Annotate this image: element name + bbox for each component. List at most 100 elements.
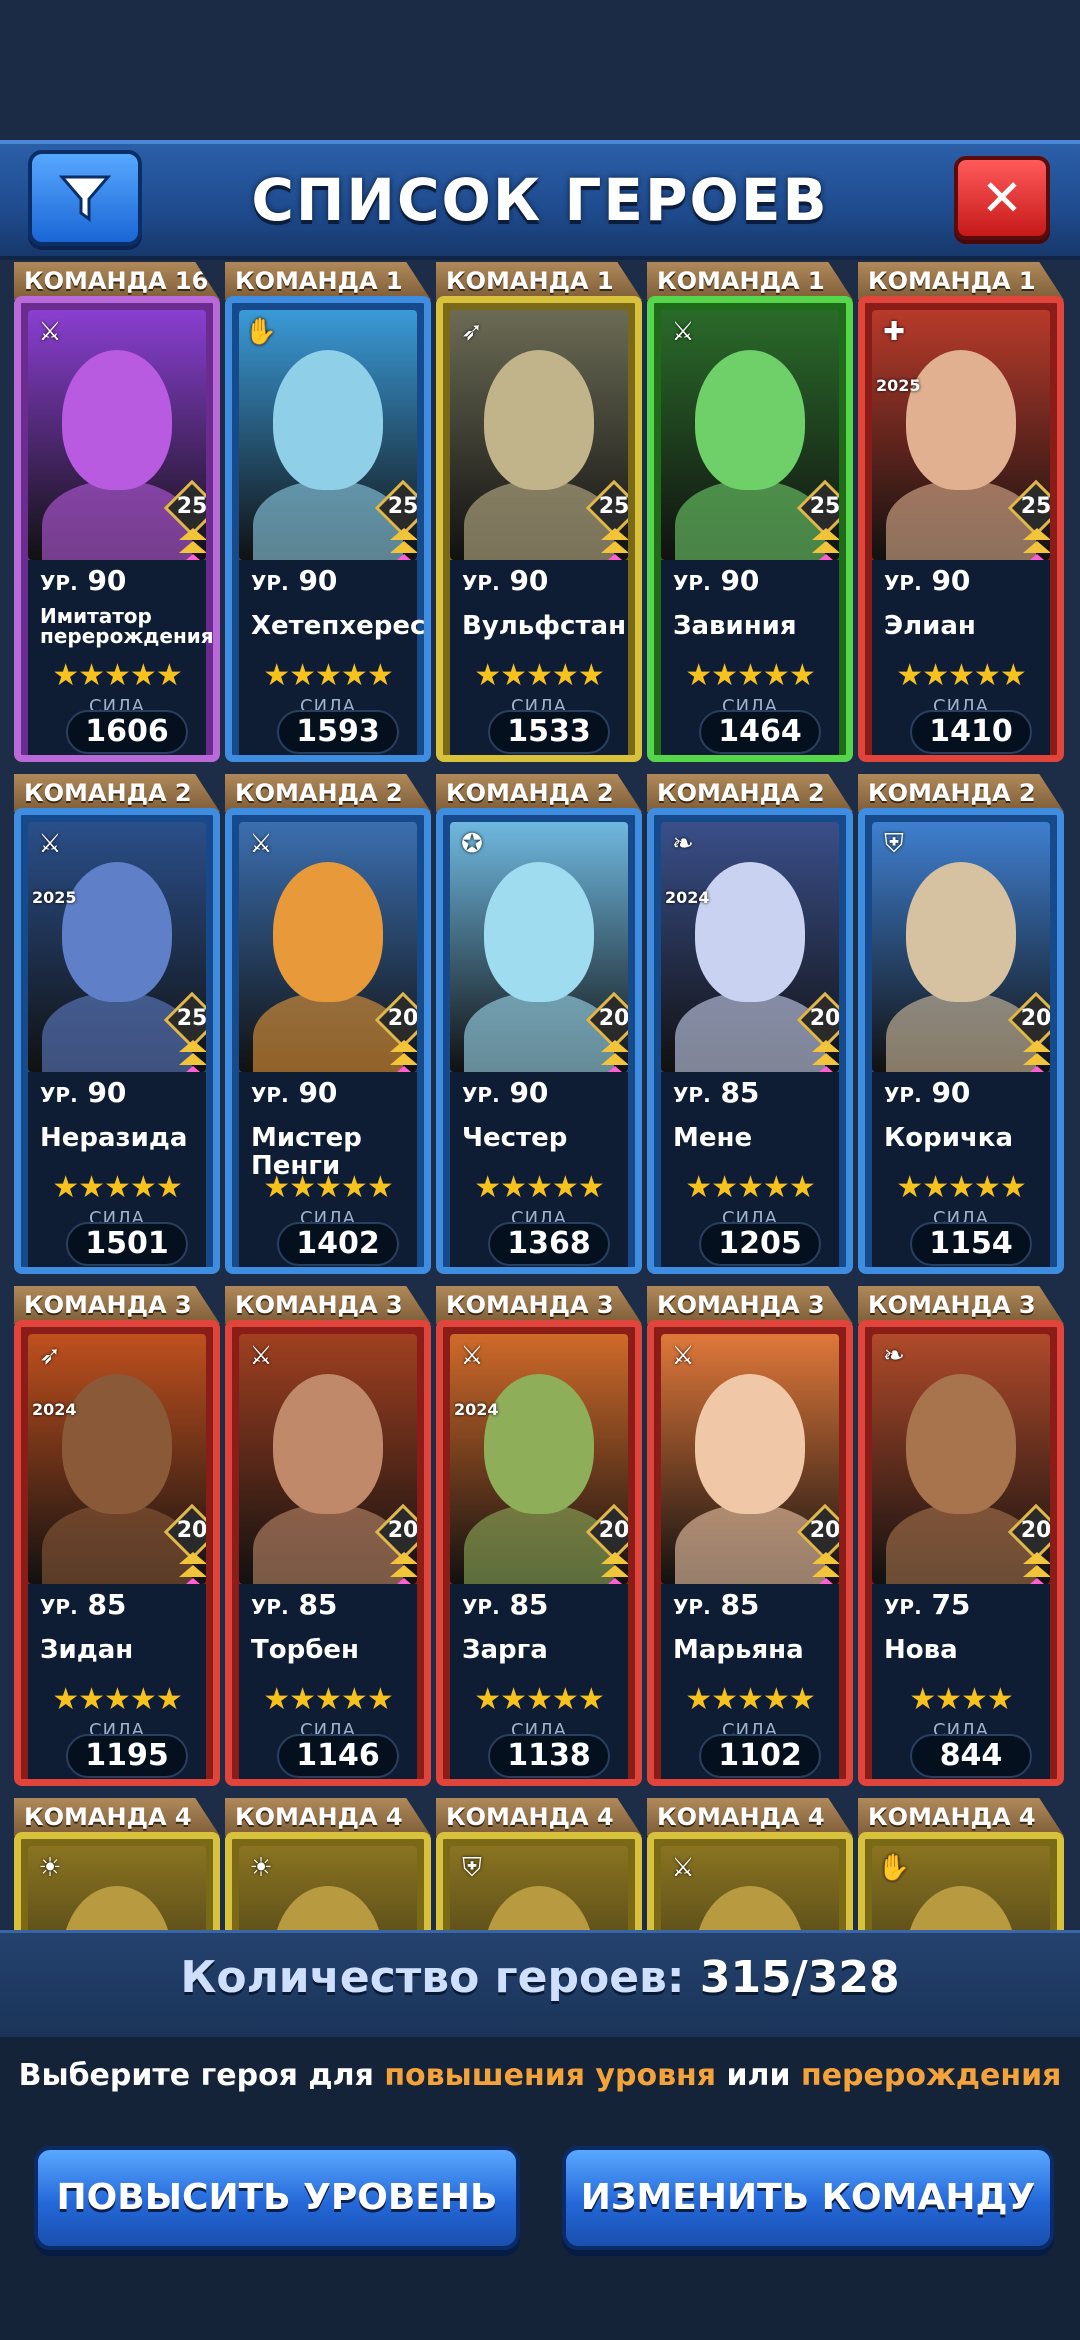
level-value: 75 bbox=[931, 1588, 971, 1621]
team-tab: КОМАНДА 3 bbox=[225, 1286, 431, 1324]
level-value: 85 bbox=[509, 1588, 549, 1621]
filter-funnel-icon bbox=[58, 175, 112, 222]
rank-chevrons-icon bbox=[811, 1552, 839, 1584]
hero-card[interactable]: КОМАНДА 1 ➶ 25 УР. 90 Вульфстан ★★★★★ СИЛА 1533 bbox=[436, 260, 642, 762]
level-value: 85 bbox=[87, 1588, 127, 1621]
hero-name: Хетепхерес bbox=[251, 611, 426, 641]
hero-card[interactable]: КОМАНДА 1 ⚔ 25 УР. 90 Завиния ★★★★★ СИЛА 1464 bbox=[647, 260, 853, 762]
close-button[interactable]: ✕ bbox=[954, 156, 1050, 240]
hero-face bbox=[62, 350, 172, 490]
hero-portrait: ⚔ 25 bbox=[28, 310, 206, 560]
hero-card[interactable]: КОМАНДА 3 ❧ 20 УР. 75 Нова ★★★★ СИЛА 844 bbox=[858, 1254, 1064, 1786]
rank-chevrons-icon bbox=[1022, 1040, 1050, 1072]
level-prefix: УР. bbox=[673, 1083, 711, 1107]
team-tab: КОМАНДА 3 bbox=[436, 1286, 642, 1324]
hero-card[interactable]: КОМАНДА 2 ⛨ 20 УР. 90 Коричка ★★★★★ СИЛА 1154 bbox=[858, 742, 1064, 1274]
hero-card[interactable]: КОМАНДА 4 ✋ bbox=[858, 1766, 1064, 1930]
level-value: 90 bbox=[509, 564, 549, 597]
hero-card[interactable]: КОМАНДА 4 ☀ bbox=[225, 1766, 431, 1930]
hero-card[interactable]: КОМАНДА 2 ✪ 20 УР. 90 Честер ★★★★★ СИЛА 1368 bbox=[436, 742, 642, 1274]
hero-frame: ✪ 20 УР. 90 Честер ★★★★★ СИЛА 1368 bbox=[436, 808, 642, 1274]
hero-frame: ➶ 25 УР. 90 Вульфстан ★★★★★ СИЛА 1533 bbox=[436, 296, 642, 762]
class-icon: ❧ bbox=[883, 1341, 905, 1371]
class-icon: ☀ bbox=[249, 1853, 273, 1883]
star-rating: ★★★★★ bbox=[685, 1170, 815, 1205]
star-rating: ★★★★ bbox=[909, 1682, 1014, 1717]
hero-name: Коричка bbox=[884, 1123, 1013, 1153]
hero-portrait: ❧ 20 bbox=[872, 1334, 1050, 1584]
hero-name: Элиан bbox=[884, 611, 976, 641]
hero-portrait: ⛨ 20 bbox=[872, 822, 1050, 1072]
hero-card[interactable]: КОМАНДА 1 ✚ 2025 25 УР. 90 Элиан ★★★★★ СИЛА 1410 bbox=[858, 260, 1064, 762]
year-badge: 2024 bbox=[665, 888, 710, 907]
hero-frame: ➶ 2024 20 УР. 85 Зидан ★★★★★ СИЛА 1195 bbox=[14, 1320, 220, 1786]
hero-level: УР. 90 bbox=[884, 1076, 970, 1109]
level-up-button[interactable]: ПОВЫСИТЬ УРОВЕНЬ bbox=[34, 2146, 520, 2250]
level-value: 90 bbox=[87, 564, 127, 597]
team-tab: КОМАНДА 4 bbox=[858, 1798, 1064, 1836]
hero-level-badge: 25 bbox=[176, 1006, 206, 1031]
hero-level-badge: 20 bbox=[387, 1518, 417, 1543]
rank-chevrons-icon bbox=[389, 1040, 417, 1072]
class-icon: ⚔ bbox=[671, 1853, 695, 1883]
filter-button[interactable] bbox=[28, 150, 142, 246]
hero-card[interactable]: КОМАНДА 2 ⚔ 20 УР. 90 Мистер Пенги ★★★★★ СИЛА 1… bbox=[225, 742, 431, 1274]
hero-face bbox=[484, 1374, 594, 1514]
hero-portrait: ⚔ 20 bbox=[661, 1334, 839, 1584]
hero-card[interactable]: КОМАНДА 4 ☀ bbox=[14, 1766, 220, 1930]
hero-frame: ✚ 2025 25 УР. 90 Элиан ★★★★★ СИЛА 1410 bbox=[858, 296, 1064, 762]
hero-face bbox=[484, 1886, 594, 1930]
level-value: 85 bbox=[720, 1076, 760, 1109]
hero-portrait: ✋ bbox=[872, 1846, 1050, 1930]
hero-portrait: ☀ bbox=[28, 1846, 206, 1930]
year-badge: 2025 bbox=[876, 376, 921, 395]
class-icon: ✪ bbox=[461, 829, 483, 859]
hero-level: УР. 85 bbox=[40, 1588, 126, 1621]
rank-chevrons-icon bbox=[600, 528, 628, 560]
hero-name: Зидан bbox=[40, 1635, 134, 1665]
hero-info: УР. 85 Мене ★★★★★ СИЛА 1205 bbox=[661, 1072, 839, 1267]
hero-info: УР. 90 Честер ★★★★★ СИЛА 1368 bbox=[450, 1072, 628, 1267]
team-tab: КОМАНДА 2 bbox=[436, 774, 642, 812]
hero-info: УР. 90 Хетепхерес ★★★★★ СИЛА 1593 bbox=[239, 560, 426, 755]
hero-level-badge: 20 bbox=[598, 1518, 628, 1543]
hero-face bbox=[62, 1374, 172, 1514]
hero-card[interactable]: КОМАНДА 1 ✋ 25 УР. 90 Хетепхерес ★★★★★ СИЛА 159… bbox=[225, 260, 431, 762]
hero-info: УР. 85 Зидан ★★★★★ СИЛА 1195 bbox=[28, 1584, 206, 1779]
star-rating: ★★★★★ bbox=[474, 658, 604, 693]
hero-name: Вульфстан bbox=[462, 611, 627, 641]
class-icon: ➶ bbox=[39, 1341, 61, 1371]
class-icon: ✋ bbox=[244, 317, 278, 347]
hero-level-badge: 25 bbox=[176, 494, 206, 519]
class-icon: ❧ bbox=[672, 829, 694, 859]
team-tab: КОМАНДА 4 bbox=[436, 1798, 642, 1836]
hero-face bbox=[273, 1374, 383, 1514]
hero-card[interactable]: КОМАНДА 4 ⚔ bbox=[647, 1766, 853, 1930]
hero-level-badge: 20 bbox=[1020, 1518, 1050, 1543]
hero-card[interactable]: КОМАНДА 3 ⚔ 20 УР. 85 Марьяна ★★★★★ СИЛА 1102 bbox=[647, 1254, 853, 1786]
class-icon: ⚔ bbox=[249, 1341, 273, 1371]
level-prefix: УР. bbox=[884, 1083, 922, 1107]
change-team-button[interactable]: ИЗМЕНИТЬ КОМАНДУ bbox=[562, 2146, 1054, 2250]
hero-face bbox=[906, 862, 1016, 1002]
hero-count-label: Количество героев: bbox=[180, 1952, 685, 2003]
hero-portrait: ⚔ 20 bbox=[239, 822, 417, 1072]
hero-level: УР. 85 bbox=[673, 1588, 759, 1621]
hero-level: УР. 90 bbox=[251, 564, 337, 597]
hero-frame: ⚔ 20 УР. 85 Торбен ★★★★★ СИЛА 1146 bbox=[225, 1320, 431, 1786]
hero-card[interactable]: КОМАНДА 3 ➶ 2024 20 УР. 85 Зидан ★★★★★ СИЛА 1195 bbox=[14, 1254, 220, 1786]
level-prefix: УР. bbox=[251, 571, 289, 595]
team-tab: КОМАНДА 1 bbox=[858, 262, 1064, 300]
hero-card[interactable]: КОМАНДА 16 ⚔ 25 УР. 90 Имитатор перерождения… bbox=[14, 260, 220, 762]
hero-face bbox=[695, 350, 805, 490]
hero-card[interactable]: КОМАНДА 2 ❧ 2024 20 УР. 85 Мене ★★★★★ СИЛА 1205 bbox=[647, 742, 853, 1274]
hero-portrait: ✪ 20 bbox=[450, 822, 628, 1072]
hero-frame: ✋ 25 УР. 90 Хетепхерес ★★★★★ СИЛА 1593 bbox=[225, 296, 431, 762]
hero-card[interactable]: КОМАНДА 3 ⚔ 20 УР. 85 Торбен ★★★★★ СИЛА 1146 bbox=[225, 1254, 431, 1786]
hero-card[interactable]: КОМАНДА 3 ⚔ 2024 20 УР. 85 Зарга ★★★★★ СИЛА 1138 bbox=[436, 1254, 642, 1786]
hero-name: Имитатор перерождения bbox=[40, 604, 214, 648]
hero-grid[interactable]: КОМАНДА 16 ⚔ 25 УР. 90 Имитатор перерождения… bbox=[0, 260, 1080, 1930]
hero-card[interactable]: КОМАНДА 4 ⛨ bbox=[436, 1766, 642, 1930]
hero-card[interactable]: КОМАНДА 2 ⚔ 2025 25 УР. 90 Неразида ★★★★★ СИЛА 1… bbox=[14, 742, 220, 1274]
hint-prefix: Выберите героя для bbox=[18, 2058, 374, 2093]
